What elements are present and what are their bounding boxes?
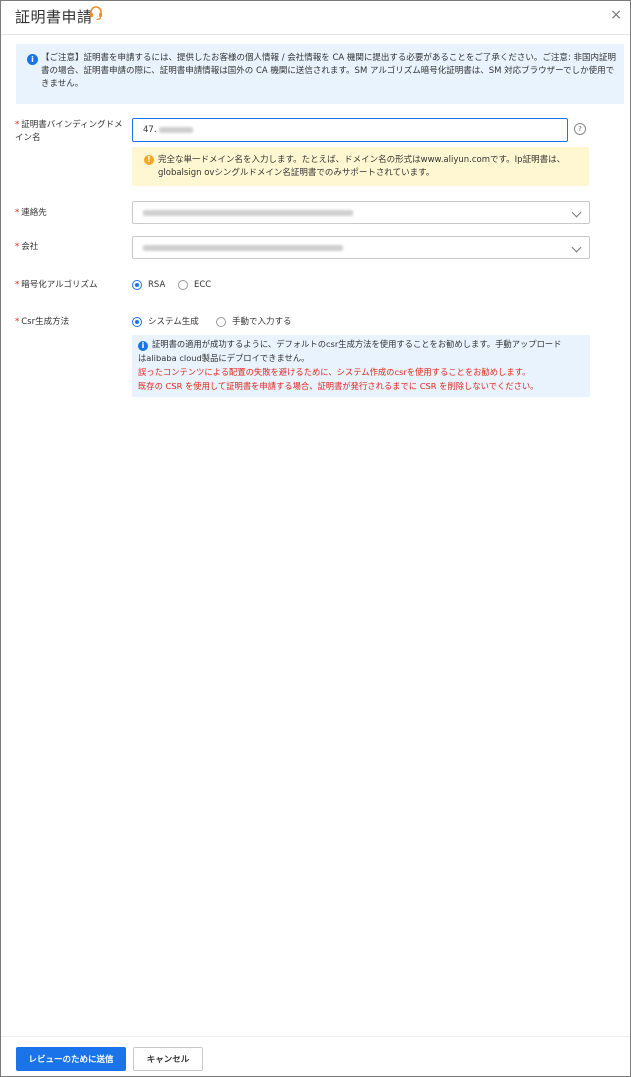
header-divider (1, 34, 630, 35)
radio-rsa[interactable]: RSA (132, 279, 165, 291)
notice-text: 【ご注意】証明書を申請するには、提供したお客様の個人情報 / 会社情報を CA … (41, 53, 616, 89)
footer-divider (1, 1036, 630, 1037)
radio-manual-input[interactable]: 手動で入力する (216, 316, 292, 328)
domain-value-text: 47. (143, 125, 157, 135)
contact-label: * 連絡先 (15, 207, 47, 220)
algorithm-label: * 暗号化アルゴリズム (15, 279, 98, 292)
radio-system-generated[interactable]: システム生成 (132, 316, 199, 328)
redacted-text (143, 244, 343, 251)
chevron-down-icon (571, 242, 582, 253)
radio-ecc[interactable]: ECC (178, 279, 211, 291)
csr-label: * Csr生成方法 (15, 316, 69, 329)
domain-label-text: 証明書バインディングドメイン名 (15, 120, 123, 143)
radio-rsa-label: RSA (148, 280, 166, 290)
domain-label: * 証明書バインディングドメイン名 (15, 119, 125, 145)
company-label-text: 会社 (21, 242, 39, 252)
required-mark: * (15, 317, 20, 327)
dialog-header: 証明書申請 × (1, 1, 630, 31)
redacted-text (158, 126, 193, 133)
help-icon[interactable]: ? (574, 123, 586, 135)
csr-info-box: i 証明書の適用が成功するように、デフォルトのcsr生成方法を使用することをお勧… (132, 335, 590, 397)
csr-warning-line-2: 既存の CSR を使用して証明書を申請する場合、証明書が発行されるまでに CSR… (138, 381, 539, 391)
cancel-button[interactable]: キャンセル (133, 1047, 203, 1071)
contact-label-text: 連絡先 (21, 208, 47, 218)
csr-warning-line-1: 誤ったコンテンツによる配置の失敗を避けるために、システム作成のcsrを使用するこ… (138, 367, 531, 377)
csr-info-line-1: 証明書の適用が成功するように、デフォルトのcsr生成方法を使用することをお勧めし… (152, 339, 562, 349)
company-label: * 会社 (15, 241, 38, 254)
domain-input-value: 47. (143, 125, 193, 135)
warning-icon: ! (144, 155, 154, 165)
dialog-title: 証明書申請 (15, 8, 93, 26)
contact-select[interactable] (132, 201, 590, 224)
dialog: 証明書申請 × i 【ご注意】証明書を申請するには、提供したお客様の個人情報 /… (0, 0, 631, 1077)
radio-manual-input-label: 手動で入力する (232, 317, 292, 327)
required-mark: * (15, 208, 20, 218)
info-icon: i (138, 341, 148, 351)
csr-label-text: Csr生成方法 (21, 317, 70, 327)
domain-input[interactable]: 47. (132, 118, 568, 142)
domain-hint-text: 完全な単一ドメイン名を入力します。たとえば、ドメイン名の形式はwww.aliyu… (158, 155, 566, 178)
radio-unselected-icon (178, 280, 188, 290)
company-select-value (143, 243, 343, 253)
radio-ecc-label: ECC (194, 280, 212, 290)
submit-for-review-button[interactable]: レビューのために送信 (16, 1047, 126, 1071)
required-mark: * (15, 280, 20, 290)
required-mark: * (15, 120, 20, 130)
chevron-down-icon (571, 207, 582, 218)
redacted-text (143, 209, 353, 216)
algorithm-label-text: 暗号化アルゴリズム (21, 280, 98, 290)
csr-info-line-2: はalibaba cloud製品にデプロイできません。 (138, 353, 310, 363)
contact-select-value (143, 208, 353, 218)
support-headset-icon[interactable] (88, 5, 104, 21)
radio-unselected-icon (216, 317, 226, 327)
info-icon: i (27, 54, 38, 65)
required-mark: * (15, 242, 20, 252)
radio-selected-icon (132, 280, 142, 290)
radio-selected-icon (132, 317, 142, 327)
notice-banner: i 【ご注意】証明書を申請するには、提供したお客様の個人情報 / 会社情報を C… (16, 44, 624, 104)
close-icon[interactable]: × (610, 7, 622, 23)
domain-hint: ! 完全な単一ドメイン名を入力します。たとえば、ドメイン名の形式はwww.ali… (132, 147, 589, 186)
company-select[interactable] (132, 236, 590, 259)
radio-system-generated-label: システム生成 (148, 317, 199, 327)
